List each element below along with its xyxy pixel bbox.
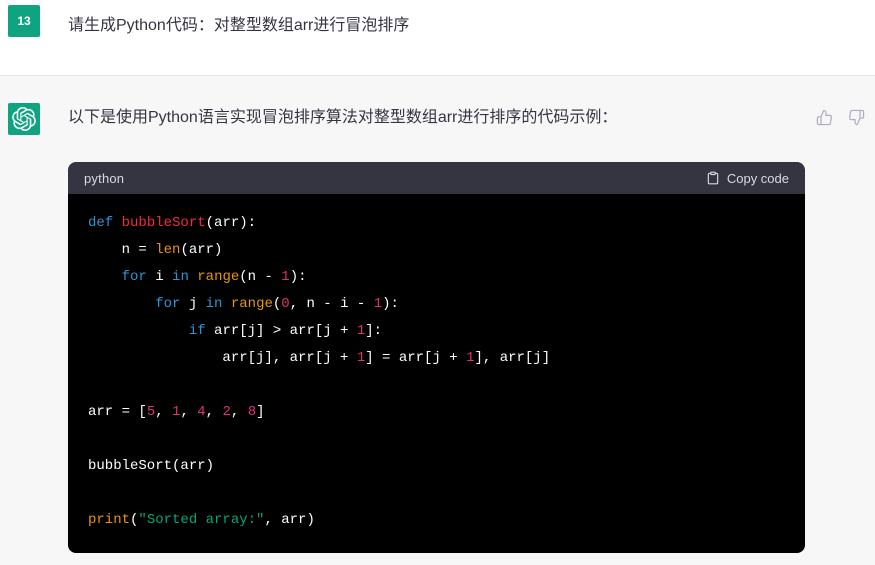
user-message-row: 13 请生成Python代码：对整型数组arr进行冒泡排序 <box>0 0 875 76</box>
copy-code-button[interactable]: Copy code <box>706 171 789 186</box>
user-message-text: 请生成Python代码：对整型数组arr进行冒泡排序 <box>68 14 808 38</box>
thumbs-up-icon[interactable] <box>816 109 833 126</box>
code-content: def bubbleSort(arr): n = len(arr) for i … <box>68 194 805 553</box>
code-block-header: python Copy code <box>68 162 805 194</box>
thumbs-down-icon[interactable] <box>848 109 865 126</box>
feedback-buttons <box>816 109 865 126</box>
openai-logo-icon <box>12 107 36 131</box>
user-avatar-label: 13 <box>17 14 30 28</box>
copy-code-label: Copy code <box>727 171 789 186</box>
assistant-message-row: 以下是使用Python语言实现冒泡排序算法对整型数组arr进行排序的代码示例： … <box>0 76 875 565</box>
chatgpt-avatar <box>8 103 40 135</box>
code-language-label: python <box>84 171 124 186</box>
clipboard-icon <box>706 171 720 185</box>
code-block: python Copy code def bubbleSort(arr): n … <box>68 162 805 553</box>
user-avatar: 13 <box>8 5 40 37</box>
assistant-intro-text: 以下是使用Python语言实现冒泡排序算法对整型数组arr进行排序的代码示例： <box>68 104 748 132</box>
